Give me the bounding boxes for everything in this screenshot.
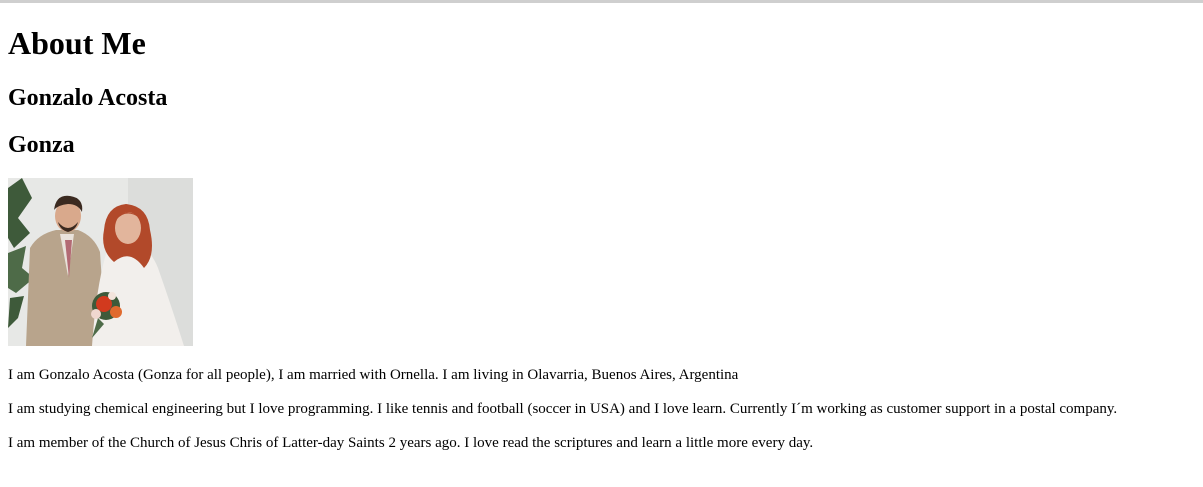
- intro-paragraph: I am Gonzalo Acosta (Gonza for all peopl…: [8, 367, 739, 383]
- studies-paragraph: I am studying chemical engineering but I…: [8, 401, 1118, 417]
- window-top-border: [0, 0, 1203, 3]
- wedding-photo-illustration: [8, 178, 193, 346]
- about-page: About Me Gonzalo Acosta Gonza I am Gonza…: [8, 24, 1198, 452]
- wedding-photo: [8, 178, 193, 346]
- nickname-heading: Gonza: [8, 132, 75, 158]
- full-name-heading: Gonzalo Acosta: [8, 85, 168, 111]
- church-paragraph: I am member of the Church of Jesus Chris…: [8, 435, 814, 451]
- page-title: About Me: [8, 25, 146, 61]
